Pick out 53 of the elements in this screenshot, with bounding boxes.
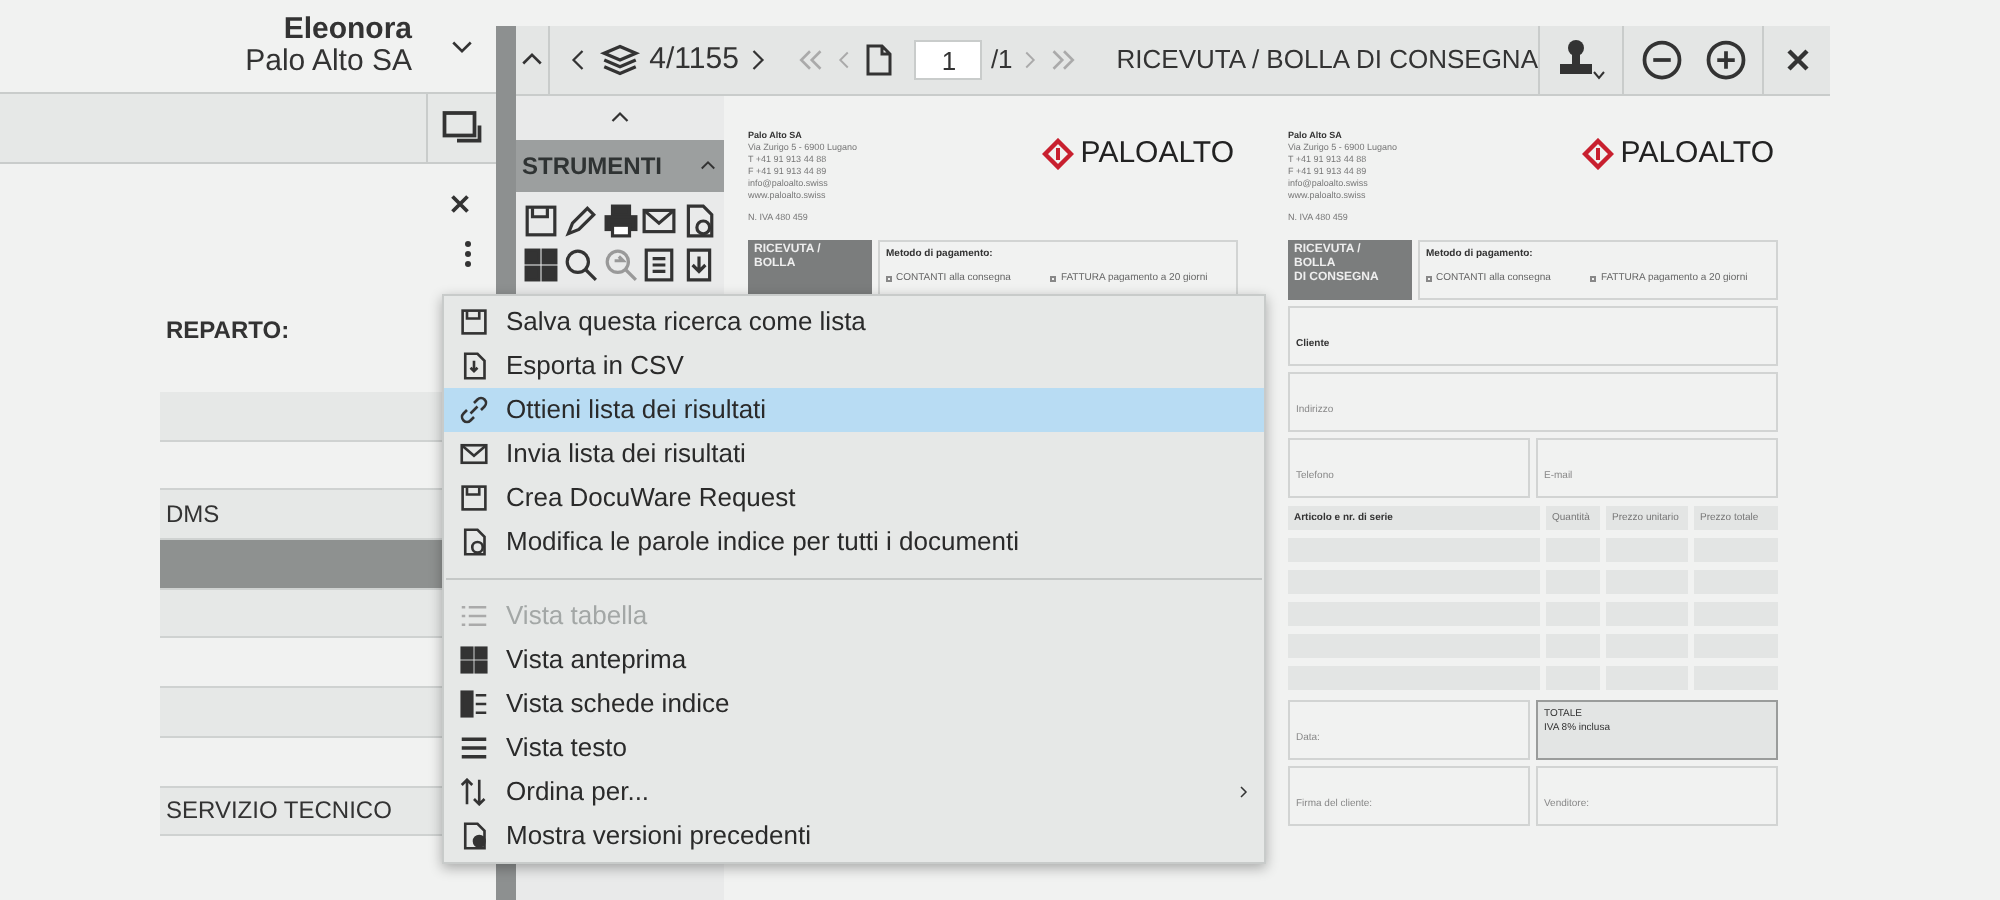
document-info-icon [460,528,488,556]
window-icon[interactable] [440,108,484,148]
zoom-out-icon[interactable] [1641,40,1681,80]
document-title: RICEVUTA / BOLLA DI CONSEGNA [1116,42,1538,79]
close-icon[interactable] [448,192,472,216]
menu-item[interactable]: Vista testo [444,726,1264,770]
more-icon[interactable] [464,240,472,268]
checkbox-icon [1590,276,1597,282]
result-counter: 4/1155 [649,39,739,80]
menu-item[interactable]: Salva questa ricerca come lista [444,300,1264,344]
layers-icon[interactable] [597,42,642,78]
checkbox-icon [1426,276,1432,282]
mail-icon [460,440,488,468]
company-name: Palo Alto SA [245,46,412,78]
checkbox-icon [886,276,892,282]
printer-icon[interactable] [603,204,638,238]
pencil-icon[interactable] [563,204,598,238]
search-icon[interactable] [563,248,598,282]
stamp-icon[interactable] [1555,38,1607,82]
page-total: /1 [990,42,1013,79]
close-icon[interactable] [1785,48,1809,72]
save-icon[interactable] [524,204,558,238]
sort-icon [460,778,488,806]
logo-icon [1582,138,1615,170]
grid-icon[interactable] [524,248,558,282]
download-icon [460,352,488,380]
document-info-icon[interactable] [682,204,717,238]
page-icon[interactable] [862,40,895,80]
panel-title: STRUMENTI [522,150,662,184]
save-icon [460,484,488,512]
logo-icon [1042,138,1075,170]
logo-text: PALOALTO [1080,133,1234,174]
menu-item[interactable]: Esporta in CSV [444,344,1264,388]
list-icon [460,602,488,630]
document-clock-icon [460,822,488,850]
download-document-icon[interactable] [682,248,717,282]
zoom-in-icon[interactable] [1705,40,1745,80]
mail-icon[interactable] [642,204,677,238]
link-icon [460,396,488,424]
grid-icon [460,646,488,674]
list-document-icon[interactable] [642,248,677,282]
lines-icon [460,734,488,762]
save-icon [460,308,488,336]
logo-text: PALOALTO [1620,133,1774,174]
menu-item[interactable]: Vista anteprima [444,638,1264,682]
index-cards-icon [460,690,488,718]
user-name: Eleonora [283,14,412,46]
menu-item[interactable]: Vista schede indice [444,682,1264,726]
menu-item[interactable]: Ottieni lista dei risultati [444,388,1264,432]
menu-item[interactable]: Invia lista dei risultati [444,432,1264,476]
page-input[interactable]: 1 [914,40,983,80]
checkbox-icon [1050,276,1057,282]
field-label: REPARTO: [166,314,290,348]
